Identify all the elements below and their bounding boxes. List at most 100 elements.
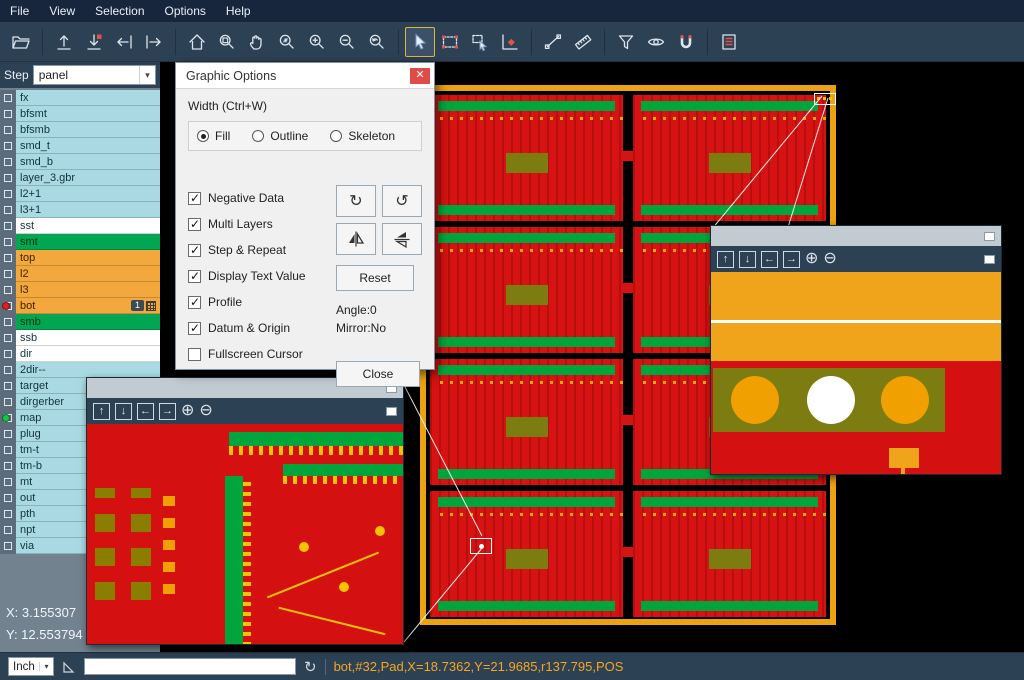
pcb-board[interactable]: [430, 95, 623, 221]
checkbox-display-text-value[interactable]: Display Text Value: [188, 263, 306, 289]
minimize-icon[interactable]: [984, 232, 995, 241]
layer-checkbox[interactable]: [4, 526, 12, 534]
command-input[interactable]: [84, 658, 296, 675]
layer-row-l2plus1[interactable]: l2+1: [0, 186, 160, 202]
import-left-icon[interactable]: ←: [761, 251, 778, 268]
zoom-out-icon[interactable]: ⊖: [823, 251, 836, 267]
layer-checkbox[interactable]: [4, 238, 12, 246]
import-right-icon[interactable]: →: [783, 251, 800, 268]
rotate-cw-icon[interactable]: ↻: [336, 185, 376, 217]
menu-selection[interactable]: Selection: [85, 0, 154, 22]
chevron-down-icon[interactable]: ▾: [39, 662, 53, 671]
layer-checkbox[interactable]: [4, 350, 12, 358]
menu-file[interactable]: File: [0, 0, 39, 22]
select-reference-icon[interactable]: [465, 27, 495, 57]
layer-checkbox[interactable]: [4, 158, 12, 166]
radio-skeleton[interactable]: Skeleton: [330, 129, 395, 143]
zoom-in-icon[interactable]: [302, 27, 332, 57]
layer-checkbox[interactable]: [4, 318, 12, 326]
pcb-board[interactable]: [633, 491, 826, 617]
rotate-ccw-icon[interactable]: ↺: [382, 185, 422, 217]
checkbox-datum-origin[interactable]: Datum & Origin: [188, 315, 306, 341]
checkbox-fullscreen-cursor[interactable]: Fullscreen Cursor: [188, 341, 306, 367]
layer-row-l3plus1[interactable]: l3+1: [0, 202, 160, 218]
layer-checkbox[interactable]: [4, 286, 12, 294]
layer-checkbox[interactable]: [4, 126, 12, 134]
layer-checkbox[interactable]: [4, 110, 12, 118]
menu-help[interactable]: Help: [216, 0, 261, 22]
zoom-window-icon[interactable]: [212, 27, 242, 57]
chevron-down-icon[interactable]: ▾: [139, 66, 155, 84]
select-cursor-icon[interactable]: [405, 27, 435, 57]
zoom-object-icon[interactable]: [272, 27, 302, 57]
zoom-previous-icon[interactable]: [362, 27, 392, 57]
view-eye-icon[interactable]: [641, 27, 671, 57]
layer-checkbox[interactable]: [4, 142, 12, 150]
magnifier-titlebar[interactable]: [711, 226, 1001, 246]
layer-row-bfsmt[interactable]: bfsmt: [0, 106, 160, 122]
layer-checkbox[interactable]: [4, 510, 12, 518]
layer-row-sst[interactable]: sst: [0, 218, 160, 234]
mirror-vertical-icon[interactable]: [382, 223, 422, 255]
checkbox-multi-layers[interactable]: Multi Layers: [188, 211, 306, 237]
layer-row-fx[interactable]: fx: [0, 90, 160, 106]
layer-checkbox[interactable]: [4, 478, 12, 486]
layer-row-ssb[interactable]: ssb: [0, 330, 160, 346]
layer-checkbox[interactable]: [4, 174, 12, 182]
pcb-board[interactable]: [633, 95, 826, 221]
radio-outline[interactable]: Outline: [252, 129, 308, 143]
align-tool-icon[interactable]: [495, 27, 525, 57]
import-left-icon[interactable]: [109, 27, 139, 57]
layer-checkbox[interactable]: [4, 334, 12, 342]
layer-checkbox[interactable]: [4, 254, 12, 262]
layer-checkbox[interactable]: [4, 446, 12, 454]
layer-checkbox[interactable]: [4, 94, 12, 102]
layer-checkbox[interactable]: [4, 206, 12, 214]
layer-row-dir[interactable]: dir: [0, 346, 160, 362]
layer-checkbox[interactable]: [4, 542, 12, 550]
zoom-in-icon[interactable]: ⊕: [805, 251, 818, 267]
measure-line-icon[interactable]: [538, 27, 568, 57]
layer-checkbox[interactable]: [4, 462, 12, 470]
layer-row-l2[interactable]: l2: [0, 266, 160, 282]
dialog-titlebar[interactable]: Graphic Options ✕: [176, 63, 434, 89]
zoom-in-icon[interactable]: ⊕: [181, 403, 194, 419]
radio-fill[interactable]: Fill: [197, 129, 230, 143]
checkbox-negative-data[interactable]: Negative Data: [188, 185, 306, 211]
minimize-icon[interactable]: [984, 255, 995, 264]
layer-checkbox[interactable]: [4, 366, 12, 374]
import-bottom-icon[interactable]: ↓: [739, 251, 756, 268]
import-bottom-icon[interactable]: ↓: [115, 403, 132, 420]
layer-row-bfsmb[interactable]: bfsmb: [0, 122, 160, 138]
import-right-icon[interactable]: [139, 27, 169, 57]
magnifier-view[interactable]: [87, 424, 403, 644]
refresh-icon[interactable]: ↻: [304, 658, 317, 676]
magnifier-view[interactable]: [711, 272, 1001, 474]
step-combo[interactable]: panel ▾: [33, 65, 156, 85]
filter-funnel-icon[interactable]: [611, 27, 641, 57]
layer-row-top[interactable]: top: [0, 250, 160, 266]
close-icon[interactable]: ✕: [410, 68, 430, 84]
import-top-icon[interactable]: [49, 27, 79, 57]
report-list-icon[interactable]: [714, 27, 744, 57]
checkbox-step-repeat[interactable]: Step & Repeat: [188, 237, 306, 263]
layer-row-smt[interactable]: smt: [0, 234, 160, 250]
import-top-icon[interactable]: ↑: [93, 403, 110, 420]
select-rectangle-icon[interactable]: [435, 27, 465, 57]
open-folder-icon[interactable]: [6, 27, 36, 57]
checkbox-profile[interactable]: Profile: [188, 289, 306, 315]
import-top-icon[interactable]: ↑: [717, 251, 734, 268]
pcb-board[interactable]: [430, 227, 623, 353]
import-left-icon[interactable]: ←: [137, 403, 154, 420]
menu-options[interactable]: Options: [155, 0, 216, 22]
pan-hand-icon[interactable]: [242, 27, 272, 57]
layer-checkbox[interactable]: [4, 430, 12, 438]
mirror-horizontal-icon[interactable]: [336, 223, 376, 255]
minimize-icon[interactable]: [386, 407, 397, 416]
home-icon[interactable]: [182, 27, 212, 57]
layer-checkbox[interactable]: [4, 398, 12, 406]
pcb-board[interactable]: [430, 359, 623, 485]
layer-row-2dir[interactable]: 2dir--: [0, 362, 160, 378]
menu-view[interactable]: View: [39, 0, 85, 22]
magnifier-window-2[interactable]: ↑ ↓ ← → ⊕ ⊖: [710, 225, 1002, 475]
